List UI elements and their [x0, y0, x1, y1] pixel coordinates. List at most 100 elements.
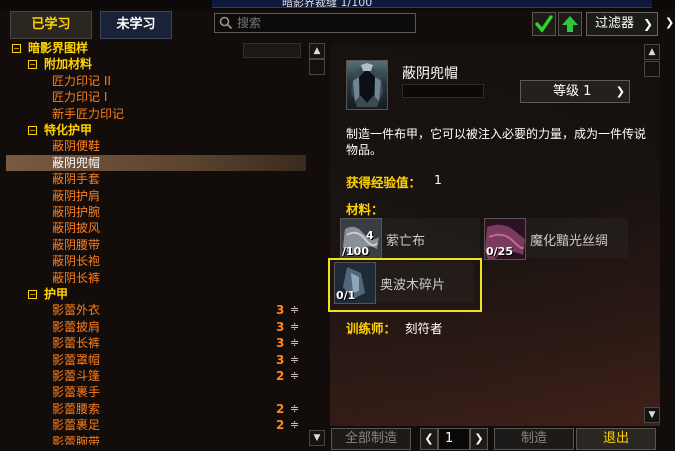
stack-icon: ≑ [290, 303, 300, 317]
row-label: 特化护甲 [44, 123, 93, 137]
recipe-row[interactable]: 蔽阴长袍 [6, 253, 306, 269]
collapse-toggle-icon[interactable]: − [12, 44, 21, 53]
recipe-row[interactable]: 匠力印记 I [6, 89, 306, 105]
recipe-row[interactable]: 匠力印记 II [6, 73, 306, 89]
reagent-count: /100 [342, 245, 369, 258]
exit-button[interactable]: 退出 [576, 428, 656, 450]
reagent-lightless-silk[interactable]: 0/25 魔化黯光丝绸 [484, 218, 628, 260]
row-label: 影蕾裹手 [52, 385, 101, 400]
quantity-input[interactable]: 1 [438, 428, 470, 450]
profession-skill-bar: 暗影界裁缝 1/100 [212, 0, 652, 8]
recipe-row[interactable]: 蔽阴长裤 [6, 270, 306, 286]
detail-scroll-thumb[interactable] [644, 61, 660, 77]
exp-label: 获得经验值： [346, 175, 422, 190]
craftable-count: 2 [276, 418, 285, 433]
have-materials-checkbox[interactable] [532, 12, 556, 36]
stack-icon: ≑ [290, 319, 300, 333]
skill-up-toggle[interactable] [558, 12, 582, 36]
recipe-row[interactable]: 影蕾腕带 [6, 434, 306, 445]
chevron-right-icon: ❯ [642, 17, 653, 31]
row-label: 附加材料 [44, 57, 93, 72]
trainer-label: 训练师： [346, 321, 397, 336]
recipe-row[interactable]: 蔽阴披风 [6, 220, 306, 236]
exp-value: 1 [434, 172, 442, 187]
list-scroll-thumb[interactable] [309, 59, 325, 75]
row-label: 蔽阴手套 [52, 172, 101, 187]
recipe-row[interactable]: 蔽阴腰带 [6, 237, 306, 253]
tab-learned[interactable]: 已学习 [10, 11, 92, 39]
filter-button[interactable]: 过滤器 ❯ [586, 12, 658, 36]
list-scroll-up-button[interactable]: ▲ [309, 43, 325, 59]
craftable-count: 3 [276, 336, 285, 351]
recipe-row[interactable]: 影蕾长裤 3 ≑ [6, 335, 306, 351]
list-scroll-down-button[interactable]: ▼ [309, 430, 325, 446]
row-label: 蔽阴披风 [52, 221, 101, 236]
stack-icon: ≑ [290, 369, 300, 382]
row-label: 新手匠力印记 [52, 106, 125, 121]
row-label: 蔽阴长袍 [52, 254, 101, 269]
item-name: 蔽阴兜帽 [402, 66, 458, 82]
recipe-row[interactable]: 影蕾裹足 2 ≑ [6, 417, 306, 433]
detail-scroll-down-button[interactable]: ▼ [644, 407, 660, 423]
stack-icon: ≑ [290, 418, 300, 432]
collapse-toggle-icon[interactable]: − [28, 290, 37, 299]
collapse-toggle-icon[interactable]: − [28, 60, 37, 70]
recipe-row[interactable]: 影蕾罩帽 3 ≑ [6, 352, 306, 368]
create-button[interactable]: 制造 [494, 428, 574, 450]
recipe-row[interactable]: 影蕾腰索 2 ≑ [6, 401, 306, 417]
row-label: 暗影界图样 [28, 41, 89, 55]
quantity-increase-button[interactable]: ❯ [470, 428, 488, 450]
row-label: 蔽阴兜帽 [52, 155, 101, 170]
recipe-row[interactable]: 影蕾外衣 3 ≑ [6, 302, 306, 318]
recipe-row[interactable]: 蔽阴便鞋 [6, 138, 306, 154]
recipe-row[interactable]: 影蕾披肩 3 ≑ [6, 319, 306, 335]
quantity-decrease-button[interactable]: ❮ [420, 428, 438, 450]
materials-label: 材料： [346, 202, 384, 217]
reagent-shrouded-cloth[interactable]: 4 /100 萦亡布 [340, 218, 480, 260]
profession-skill-text: 暗影界裁缝 1/100 [282, 0, 373, 8]
collapse-toggle-icon[interactable]: − [28, 126, 37, 135]
subcategory-header[interactable]: − 特化护甲 [6, 122, 306, 138]
arrow-up-icon [562, 16, 578, 32]
search-input[interactable] [237, 15, 407, 31]
hood-icon [351, 63, 383, 107]
row-label: 影蕾腕带 [52, 434, 101, 445]
row-label: 蔽阴护腕 [52, 205, 101, 219]
recipe-row[interactable]: 蔽阴手套 [6, 171, 306, 187]
row-label: 护甲 [44, 287, 69, 301]
row-label: 影蕾斗篷 [52, 369, 101, 383]
item-skill-bar [402, 84, 484, 98]
recipe-row[interactable]: 影蕾斗篷 2 ≑ [6, 368, 306, 384]
craftable-count: 2 [276, 401, 285, 416]
recipe-list: − 暗影界图样 − 附加材料 匠力印记 II 匠力印记 I 新手匠力印记 − 特化护甲 蔽阴便鞋蔽… [6, 40, 306, 445]
panel-expand-icon[interactable]: ❯ [665, 16, 675, 32]
rank-dropdown[interactable]: 等级 1 ❯ [520, 80, 630, 103]
rank-label: 等级 1 [553, 84, 592, 99]
row-label: 蔽阴护肩 [52, 188, 101, 203]
recipe-description: 制造一件布甲，它可以被注入必要的力量，成为一件传说物品。 [346, 127, 647, 157]
row-label: 蔽阴便鞋 [52, 139, 101, 154]
recipe-row[interactable]: 新手匠力印记 [6, 106, 306, 122]
tab-unlearned[interactable]: 未学习 [100, 11, 172, 39]
reagent-have-count: 4 [366, 229, 374, 242]
subcategory-header[interactable]: − 护甲 [6, 286, 306, 302]
search-box[interactable] [214, 13, 416, 33]
row-label: 影蕾腰索 [52, 401, 101, 416]
recipe-row[interactable]: 影蕾裹手 [6, 384, 306, 400]
filter-label: 过滤器 [595, 16, 635, 31]
recipe-row[interactable]: 蔽阴兜帽 [6, 154, 306, 171]
recipe-row[interactable]: 蔽阴护肩 [6, 188, 306, 204]
row-label: 影蕾长裤 [52, 336, 101, 351]
craftable-count: 3 [276, 319, 285, 334]
hood-item-icon[interactable] [346, 60, 388, 110]
craftable-count: 3 [276, 303, 285, 318]
row-label: 影蕾外衣 [52, 303, 101, 318]
row-label: 影蕾披肩 [52, 319, 101, 334]
reagent-name: 魔化黯光丝绸 [530, 234, 609, 249]
highlight-frame [328, 258, 482, 312]
recipe-row[interactable]: 蔽阴护腕 [6, 204, 306, 220]
row-label: 匠力印记 II [52, 73, 111, 88]
detail-scroll-up-button[interactable]: ▲ [644, 44, 660, 60]
create-all-button[interactable]: 全部制造 [331, 428, 411, 450]
subcategory-header[interactable]: − 附加材料 [6, 56, 306, 72]
